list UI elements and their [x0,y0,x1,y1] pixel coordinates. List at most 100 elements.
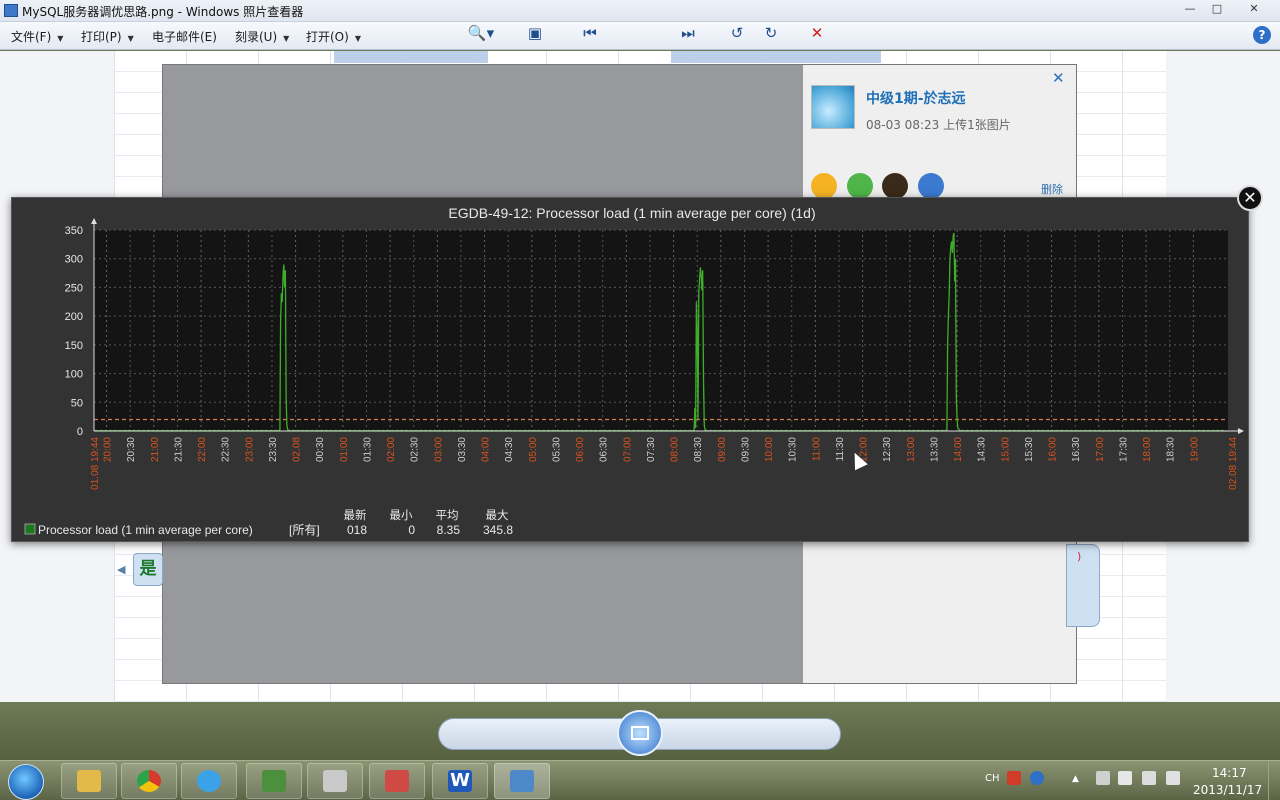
window-title: MySQL服务器调优思路.png - Windows 照片查看器 [22,5,304,19]
network-status-icon[interactable] [1142,771,1156,785]
volume-icon[interactable] [1166,771,1180,785]
x-tick-label: 20:30 [126,437,137,462]
legend-value-max: 345.8 [483,523,513,537]
security-icon[interactable] [1118,771,1132,785]
legend-scope: [所有] [289,523,320,537]
chevron-down-icon: ▼ [57,34,64,43]
plot-area [94,230,1228,431]
chart-title: EGDB-49-12: Processor load (1 min averag… [448,205,815,221]
taskbar-network[interactable] [246,763,302,799]
help-icon[interactable]: ? [1253,26,1271,44]
x-tick-label: 14:00 [953,437,964,462]
smile-emoji-icon[interactable] [811,173,837,199]
rotate-right-icon[interactable]: ↻ [760,23,782,43]
menu-burn-label: 刻录(U) [235,30,278,44]
menu-file[interactable]: 文件(F) ▼ [11,28,63,45]
menu-burn[interactable]: 刻录(U) ▼ [235,28,289,45]
menu-open[interactable]: 打开(O) ▼ [306,28,361,45]
slideshow-icon[interactable] [617,710,663,756]
clock-time[interactable]: 14:17 [1212,766,1247,780]
x-tick-label: 18:30 [1166,437,1177,462]
x-tick-label: 17:00 [1095,437,1106,462]
next-icon[interactable]: ⏭ [676,23,700,43]
taskbar-explorer[interactable] [61,763,117,799]
avatar[interactable] [811,85,855,129]
x-tick-label: 21:00 [150,437,161,462]
x-tick-label: 22:00 [197,437,208,462]
y-tick-label: 150 [65,340,83,352]
legend-value-avg: 8.35 [437,523,461,537]
x-tick-label: 13:00 [906,437,917,462]
diagram-node-text: ) [1077,550,1082,563]
x-tick-label: 02:00 [386,437,397,462]
legend-header-avg: 平均 [436,509,459,522]
x-tick-label: 01:30 [362,437,373,462]
y-axis-arrow-icon [91,218,97,224]
taskbar-control-panel[interactable] [307,763,363,799]
user-name-link[interactable]: 中级1期-於志远 [866,88,966,108]
photo-viewer-icon [510,770,534,792]
x-tick-label: 08:30 [693,437,704,462]
chrome-icon [137,770,161,792]
minimize-button[interactable]: — [1176,1,1204,17]
taskbar-photo-viewer[interactable] [494,763,550,799]
previous-icon[interactable]: ⏮ [578,23,602,43]
delete-icon[interactable]: ✕ [806,23,828,43]
menu-email[interactable]: 电子邮件(E) [152,28,217,45]
x-tick-label: 06:00 [575,437,586,462]
legend-value-last: 018 [347,523,367,537]
legend-swatch [24,523,36,535]
taskbar-qq[interactable] [181,763,237,799]
owl-emoji-icon[interactable] [882,173,908,199]
action-center-icon[interactable] [1096,771,1110,785]
diagram-box [671,51,881,63]
x-tick-label: 00:30 [315,437,326,462]
taskbar-wps-writer[interactable]: W [432,763,488,799]
thumbs-up-icon[interactable] [918,173,944,199]
diagram-node: ) [1066,544,1100,627]
legend-series-name: Processor load (1 min average per core) [38,523,253,537]
help-icon[interactable] [1030,771,1044,785]
title-bar: MySQL服务器调优思路.png - Windows 照片查看器 — □ ✕ [0,0,1280,22]
show-desktop-button[interactable] [1268,761,1280,800]
zoom-icon[interactable]: 🔍▾ [466,23,496,43]
legend-header-last: 最新 [344,508,367,522]
chevron-down-icon: ▼ [283,34,290,43]
menu-email-label: 电子邮件(E) [152,30,217,44]
x-tick-label: 01:00 [339,437,350,462]
diagram-yes-node: 是 [133,553,163,586]
y-tick-label: 300 [65,254,83,266]
maximize-button[interactable]: □ [1203,1,1231,17]
processor-load-chart: EGDB-49-12: Processor load (1 min averag… [24,205,1244,537]
taskbar-eraser[interactable] [369,763,425,799]
x-tick-label: 23:30 [268,437,279,462]
x-tick-label: 03:30 [457,437,468,462]
clock-date[interactable]: 2013/11/17 [1193,783,1262,797]
upload-info: 08-03 08:23 上传1张图片 [866,118,1011,132]
menu-file-label: 文件(F) [11,30,52,44]
x-tick-label: 09:30 [740,437,751,462]
x-tick-label: 17:30 [1118,437,1129,462]
y-tick-label: 50 [71,397,83,409]
cheer-emoji-icon[interactable] [847,173,873,199]
ime-icon[interactable] [1007,771,1021,785]
taskbar-chrome[interactable] [121,763,177,799]
close-window-button[interactable]: ✕ [1238,1,1270,17]
show-hidden-icons-icon[interactable]: ▲ [1072,774,1082,784]
x-tick-label: 12:30 [882,437,893,462]
x-tick-label: 04:30 [504,437,515,462]
slideshow-screen-icon [631,726,649,740]
x-axis-ticks: 20:00 20:30 21:00 21:30 22:00 22:30 23:00 23:30… [90,437,1239,490]
chart-legend: Processor load (1 min average per core) … [24,508,513,537]
rotate-left-icon[interactable]: ↺ [726,23,748,43]
y-axis-ticks: 0 50 100 150 200 250 300 350 [65,225,83,438]
delete-link[interactable]: 删除 [1041,181,1063,197]
x-tick-label: 11:00 [811,437,822,462]
fit-window-icon[interactable]: ▣ [524,23,546,43]
menu-print[interactable]: 打印(P) ▼ [81,28,134,45]
close-icon[interactable]: ✕ [1052,69,1065,87]
graph-close-button[interactable]: ✕ [1237,185,1263,211]
qq-icon [197,770,221,792]
language-indicator[interactable]: CH [985,773,1000,784]
start-button[interactable] [8,764,44,800]
